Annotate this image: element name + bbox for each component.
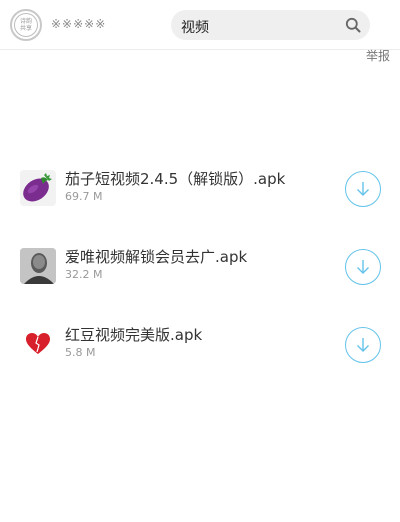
file-size: 5.8 M — [65, 346, 96, 359]
list-item[interactable]: 茄子短视频2.4.5（解锁版）.apk 69.7 M — [0, 162, 400, 214]
avatar[interactable]: 诗韵 共享 — [10, 9, 42, 41]
list-item[interactable]: 爱唯视频解锁会员去广.apk 32.2 M — [0, 240, 400, 292]
search-input[interactable]: 视频 — [181, 17, 209, 37]
file-size: 32.2 M — [65, 268, 103, 281]
download-button[interactable] — [345, 327, 381, 363]
download-icon — [357, 338, 369, 352]
logo-line-2: 共享 — [19, 25, 32, 32]
report-link[interactable]: 举报 — [366, 47, 390, 64]
site-logo: 诗韵 共享 — [14, 13, 38, 37]
red-heart-icon — [20, 326, 56, 362]
logo-line-1: 诗韵 — [19, 18, 32, 25]
user-photo-icon — [20, 248, 56, 284]
download-button[interactable] — [345, 171, 381, 207]
username: ※※※※※ — [51, 17, 107, 31]
search-icon[interactable] — [345, 17, 361, 33]
file-name[interactable]: 茄子短视频2.4.5（解锁版）.apk — [65, 168, 285, 189]
eggplant-icon — [20, 170, 56, 206]
list-item[interactable]: 红豆视频完美版.apk 5.8 M — [0, 318, 400, 370]
download-button[interactable] — [345, 249, 381, 285]
file-size: 69.7 M — [65, 190, 103, 203]
download-icon — [357, 182, 369, 196]
download-icon — [357, 260, 369, 274]
top-bar: 诗韵 共享 ※※※※※ 视频 — [0, 0, 400, 50]
search-box[interactable]: 视频 — [171, 10, 370, 40]
file-name[interactable]: 爱唯视频解锁会员去广.apk — [65, 246, 247, 267]
file-name[interactable]: 红豆视频完美版.apk — [65, 324, 202, 345]
